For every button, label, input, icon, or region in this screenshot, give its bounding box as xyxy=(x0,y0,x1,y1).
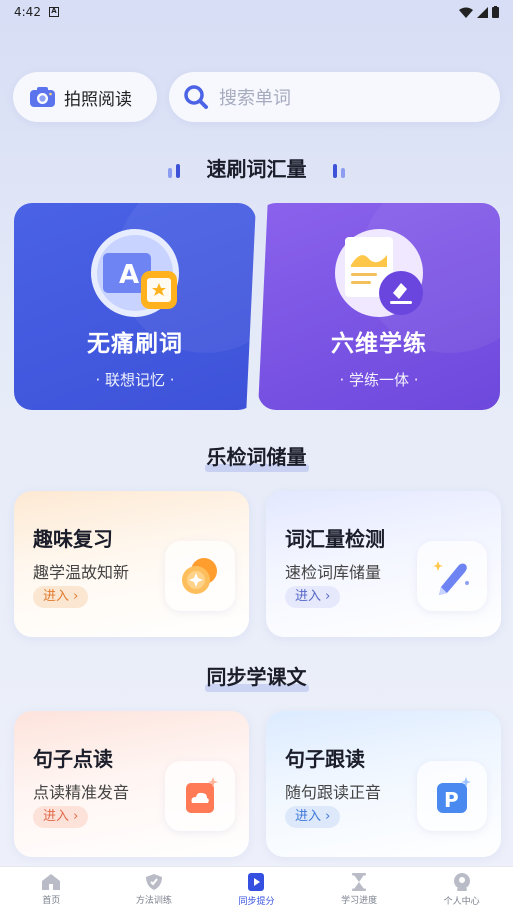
nav-label: 方法训练 xyxy=(135,896,172,906)
icon-wrap: P xyxy=(417,761,487,831)
card-sentence-follow[interactable]: 句子跟读 随句跟读正音 进入 › P xyxy=(266,711,501,857)
top-row: 拍照阅读 搜索单词 xyxy=(13,72,500,122)
card-subtitle: · 学练一体 · xyxy=(339,371,419,389)
camera-icon xyxy=(30,87,55,107)
book-play-icon xyxy=(248,873,265,891)
status-bar: 4:42 A xyxy=(0,0,513,24)
card-desc: 随句跟读正音 xyxy=(285,783,382,802)
enter-button[interactable]: 进入 › xyxy=(285,586,341,608)
enter-button[interactable]: 进入 › xyxy=(33,586,89,608)
nav-label: 学习进度 xyxy=(341,896,378,906)
nav-progress[interactable]: 学习进度 xyxy=(308,867,411,912)
nav-profile[interactable]: 个人中心 xyxy=(410,867,513,912)
enter-button[interactable]: 进入 › xyxy=(285,806,341,828)
enter-label: 进入 xyxy=(43,809,70,824)
card-title: 句子点读 xyxy=(33,747,113,771)
card-subtitle: · 联想记忆 · xyxy=(95,371,175,389)
search-icon xyxy=(184,85,208,109)
search-box[interactable]: 搜索单词 xyxy=(169,72,500,122)
user-icon xyxy=(453,873,470,891)
svg-text:A: A xyxy=(119,260,139,290)
card-sentence-read[interactable]: 句子点读 点读精准发音 进入 › xyxy=(14,711,249,857)
card-title: 词汇量检测 xyxy=(285,527,385,551)
nav-label: 同步提分 xyxy=(238,897,275,907)
signal-icon xyxy=(477,6,488,18)
notification-icon: A xyxy=(48,7,59,17)
card-title: 无痛刷词 xyxy=(87,331,183,357)
card-title: 六维学练 xyxy=(331,331,427,357)
document-edit-icon xyxy=(335,229,423,317)
svg-text:P: P xyxy=(444,788,459,812)
section-title-sync-text: 同步学课文 xyxy=(0,661,513,692)
card-desc: 速检词库储量 xyxy=(285,563,382,582)
section-title-speed-vocab: 速刷词汇量 xyxy=(0,153,513,183)
enter-label: 进入 xyxy=(43,589,70,604)
cloud-card-icon xyxy=(186,777,218,813)
photo-read-button[interactable]: 拍照阅读 xyxy=(13,72,157,122)
card-vocab-test[interactable]: 词汇量检测 速检词库储量 进入 › xyxy=(266,491,501,637)
card-title: 趣味复习 xyxy=(33,527,113,551)
enter-label: 进入 xyxy=(295,589,322,604)
section-title-text: 速刷词汇量 xyxy=(206,157,307,181)
card-six-dimension-practice[interactable]: 六维学练 · 学练一体 · xyxy=(258,203,500,410)
card-desc: 趣学温故知新 xyxy=(33,563,130,582)
card-painless-words[interactable]: A 无痛刷词 · 联想记忆 · xyxy=(14,203,256,410)
nav-home[interactable]: 首页 xyxy=(0,867,103,912)
section-title-text: 同步学课文 xyxy=(204,661,309,692)
home-icon xyxy=(42,874,61,890)
wifi-icon xyxy=(459,7,473,18)
nav-sync-score[interactable]: 同步提分 xyxy=(205,867,308,912)
nav-label: 个人中心 xyxy=(443,897,480,907)
section-title-text: 乐检词储量 xyxy=(204,441,309,472)
pen-icon xyxy=(433,561,469,595)
title-decor-left xyxy=(166,159,182,183)
nav-label: 首页 xyxy=(42,896,61,906)
status-time: 4:42 xyxy=(14,5,41,19)
photo-read-label: 拍照阅读 xyxy=(64,89,132,110)
shield-icon xyxy=(145,874,162,890)
coin-icon xyxy=(182,558,217,594)
battery-icon xyxy=(492,6,499,18)
enter-label: 进入 xyxy=(295,809,322,824)
title-decor-right xyxy=(331,159,347,183)
nav-method-training[interactable]: 方法训练 xyxy=(103,867,206,912)
p-letter-icon: P xyxy=(437,777,471,813)
enter-button[interactable]: 进入 › xyxy=(33,806,89,828)
section-title-vocab-test: 乐检词储量 xyxy=(0,441,513,472)
icon-wrap xyxy=(165,541,235,611)
hourglass-icon xyxy=(352,873,367,891)
icon-wrap xyxy=(165,761,235,831)
card-title: 句子跟读 xyxy=(285,747,365,771)
search-placeholder: 搜索单词 xyxy=(219,88,291,109)
card-fun-review[interactable]: 趣味复习 趣学温故知新 进入 › xyxy=(14,491,249,637)
card-desc: 点读精准发音 xyxy=(33,783,130,802)
flashcard-icon: A xyxy=(91,229,179,317)
icon-wrap xyxy=(417,541,487,611)
bottom-nav: 首页 方法训练 同步提分 学习进度 个人中心 xyxy=(0,866,513,912)
